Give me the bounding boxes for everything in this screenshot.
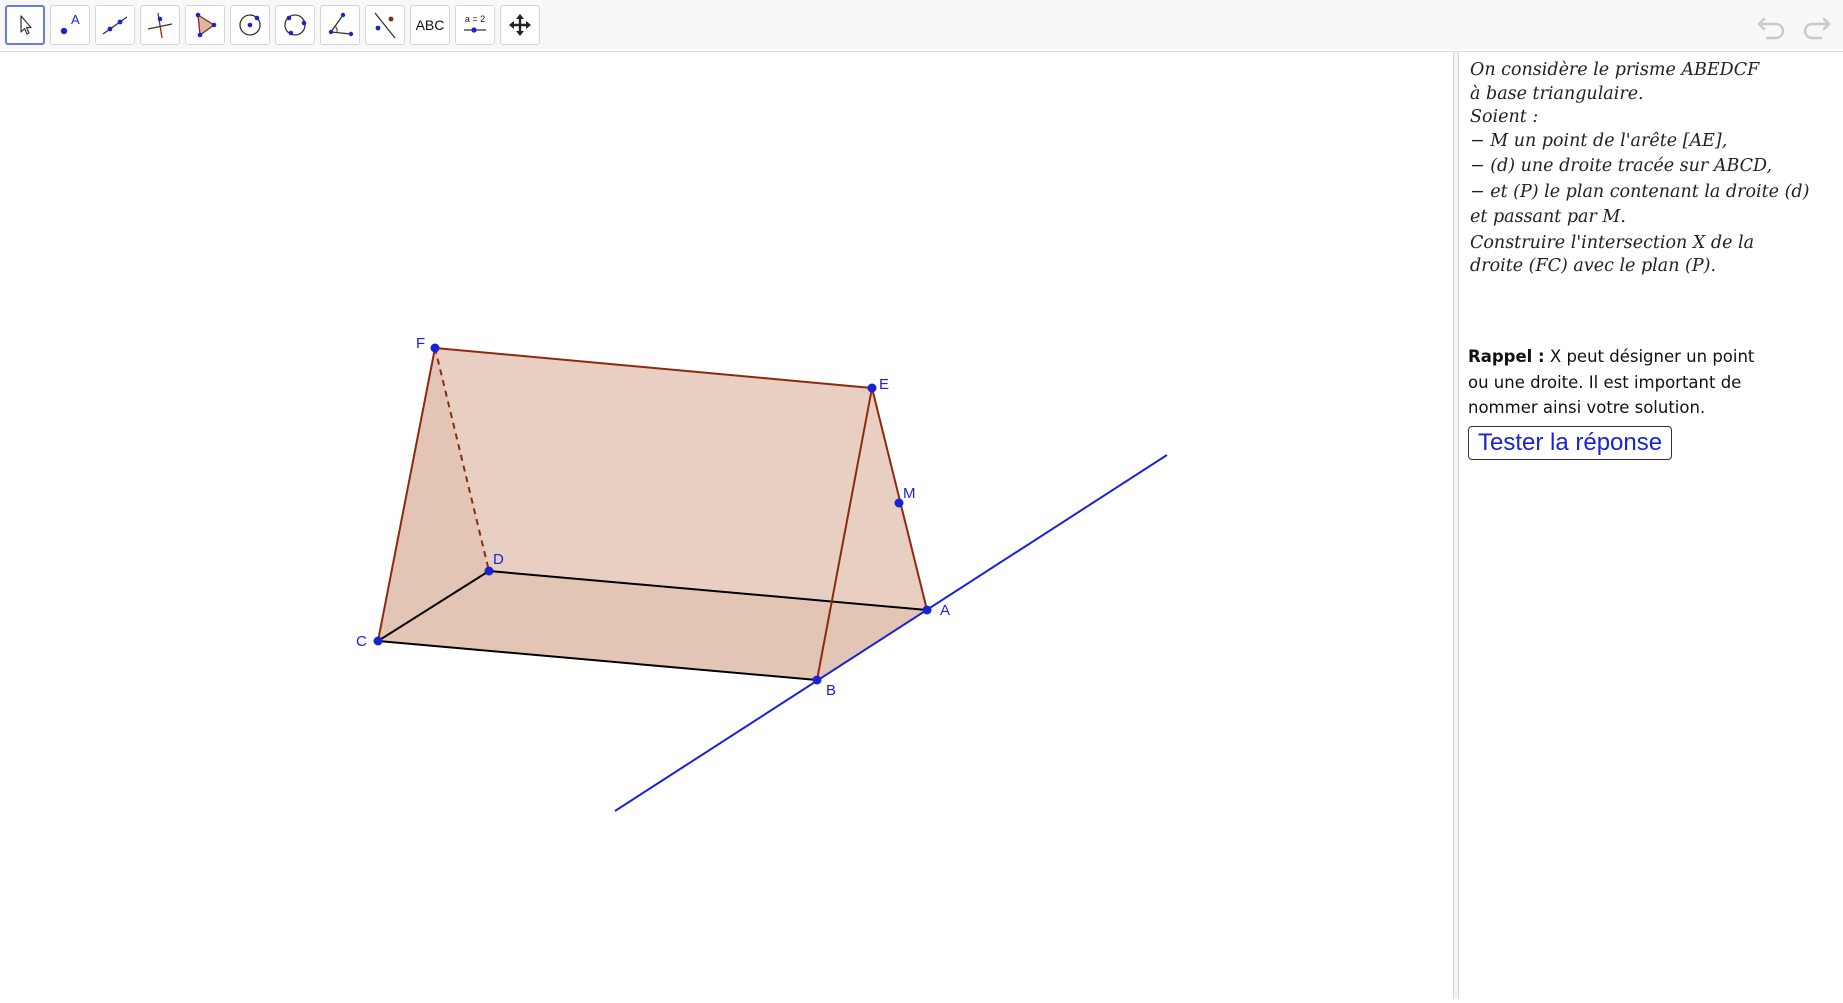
label-C: C — [356, 633, 367, 650]
reminder-line-3: nommer ainsi votre solution. — [1468, 398, 1706, 417]
undo-redo-group — [1755, 10, 1833, 42]
angle-tool-icon — [328, 12, 354, 37]
line-tool-icon — [102, 16, 128, 35]
point-A[interactable] — [922, 605, 932, 615]
face-ADFE[interactable] — [435, 348, 927, 610]
move-graphics-view-tool-icon — [509, 14, 531, 36]
circle-three-points-tool-icon — [284, 14, 307, 36]
perpendicular-line-tool-icon — [147, 12, 173, 39]
reflect-tool-button[interactable] — [365, 5, 405, 45]
statement-line: Soient : — [1470, 107, 1539, 127]
polygon-tool-icon — [195, 12, 217, 38]
text-tool-button[interactable]: ABC — [410, 5, 450, 45]
prism-figure: A B C D E F M — [356, 335, 1168, 812]
label-E: E — [879, 376, 889, 393]
perpendicular-line-tool-button[interactable] — [140, 5, 180, 45]
point-tool-button[interactable]: A — [50, 5, 90, 45]
point-C[interactable] — [373, 636, 383, 646]
slider-tool-label: a = 2 — [465, 14, 485, 24]
label-B: B — [826, 682, 836, 699]
text-tool-icon: ABC — [415, 17, 445, 33]
label-D: D — [493, 551, 504, 568]
toolbar: A ABC a = 2 — [0, 0, 1843, 52]
move-graphics-view-tool-button[interactable] — [500, 5, 540, 45]
problem-statement: On considère le prisme ABEDCF à base tri… — [1470, 58, 1809, 280]
point-B[interactable] — [812, 675, 822, 685]
move-tool-button[interactable] — [5, 5, 45, 45]
statement-line: à base triangulaire. — [1470, 83, 1644, 104]
circle-center-point-tool-button[interactable] — [230, 5, 270, 45]
instructions-panel: On considère le prisme ABEDCF à base tri… — [1459, 52, 1843, 999]
reminder-line-1-text: X peut désigner un point — [1544, 347, 1755, 366]
slider-tool-button[interactable]: a = 2 — [455, 5, 495, 45]
circle-three-points-tool-button[interactable] — [275, 5, 315, 45]
point-E[interactable] — [867, 383, 877, 393]
statement-line: On considère le prisme ABEDCF — [1470, 60, 1760, 80]
graphics-view[interactable]: A B C D E F M — [0, 52, 1453, 999]
move-tool-icon — [20, 15, 32, 35]
line-tool-button[interactable] — [95, 5, 135, 45]
statement-line: Construire l'intersection X de la — [1470, 232, 1755, 253]
statement-line: − et (P) le plan contenant la droite (d) — [1470, 181, 1810, 202]
undo-button[interactable] — [1755, 10, 1789, 42]
test-answer-button[interactable]: Tester la réponse — [1468, 426, 1673, 460]
redo-icon — [1803, 17, 1831, 40]
redo-button[interactable] — [1799, 10, 1833, 42]
point-F[interactable] — [430, 343, 440, 353]
statement-line: droite (FC) avec le plan (P). — [1470, 256, 1717, 276]
label-M: M — [903, 485, 916, 502]
statement-line: et passant par M. — [1470, 207, 1626, 227]
circle-center-point-tool-icon — [239, 14, 261, 36]
point-tool-label: A — [71, 12, 80, 27]
tool-group: A ABC a = 2 — [5, 5, 540, 45]
slider-tool-icon: a = 2 — [464, 14, 486, 33]
statement-line: − (d) une droite tracée sur ABCD, — [1470, 156, 1773, 176]
angle-tool-button[interactable] — [320, 5, 360, 45]
reflect-tool-icon — [374, 12, 396, 39]
label-A: A — [940, 602, 950, 619]
point-tool-icon: A — [60, 12, 80, 35]
undo-icon — [1757, 17, 1785, 40]
reminder-title: Rappel : — [1468, 347, 1545, 366]
label-F: F — [416, 335, 425, 352]
statement-line: − M un point de l'arête [AE], — [1470, 130, 1728, 151]
reminder-line-2: ou une droite. Il est important de — [1468, 372, 1742, 392]
polygon-tool-button[interactable] — [185, 5, 225, 45]
reminder-text: Rappel : X peut désigner un point ou une… — [1468, 344, 1754, 421]
reminder-line-1: Rappel : X peut désigner un point — [1468, 344, 1754, 370]
